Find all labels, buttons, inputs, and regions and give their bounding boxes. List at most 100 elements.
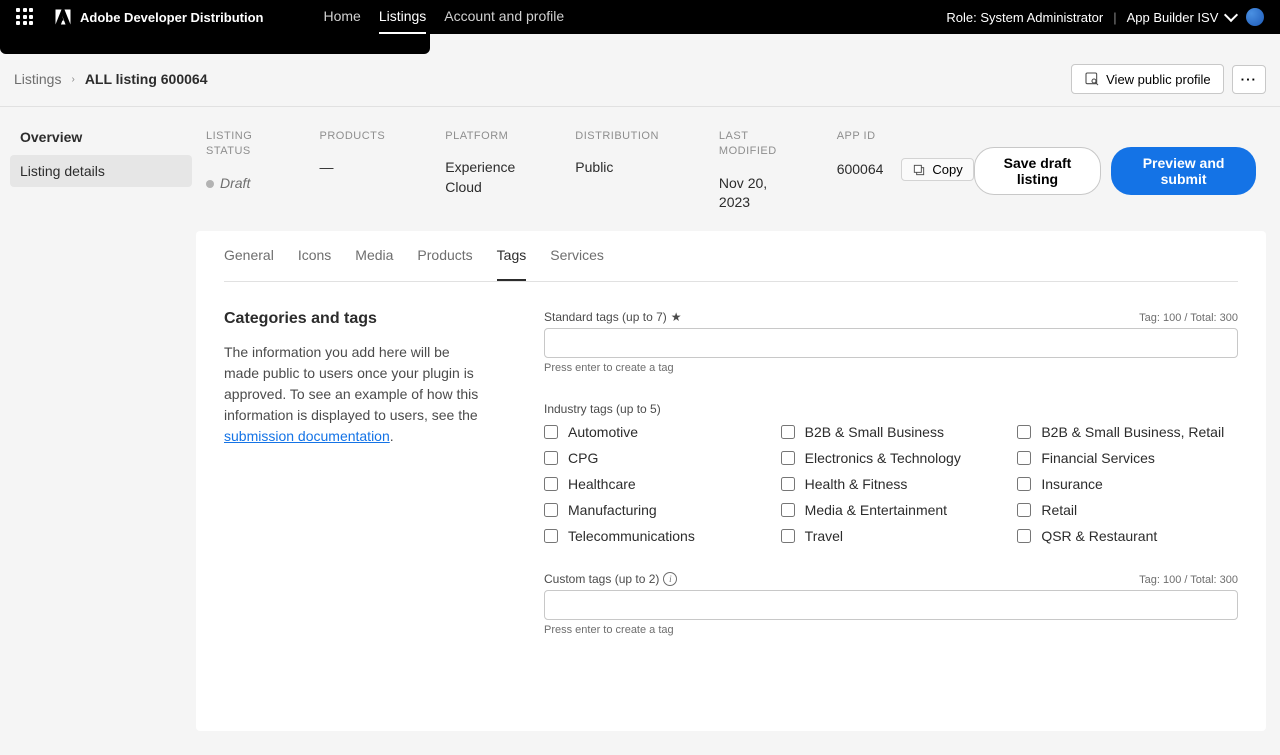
industry-checkbox-label: Retail	[1041, 502, 1077, 518]
tab-services[interactable]: Services	[550, 231, 604, 281]
info-distribution: DISTRIBUTION Public	[575, 129, 659, 213]
industry-checkbox[interactable]: Automotive	[544, 424, 765, 440]
org-switcher[interactable]: App Builder ISV	[1127, 10, 1236, 25]
profile-view-icon	[1084, 71, 1100, 87]
section-description: The information you add here will be mad…	[224, 342, 484, 447]
page-header: Listings › ALL listing 600064 View publi…	[0, 54, 1280, 107]
tab-general[interactable]: General	[224, 231, 274, 281]
industry-checkbox-input[interactable]	[544, 451, 558, 465]
listing-card: General Icons Media Products Tags Servic…	[196, 231, 1266, 731]
custom-tags-help: Press enter to create a tag	[544, 624, 1238, 636]
brand-text: Adobe Developer Distribution	[80, 10, 263, 25]
industry-checkbox-input[interactable]	[544, 425, 558, 439]
industry-checkbox[interactable]: Insurance	[1017, 476, 1238, 492]
nav-home[interactable]: Home	[323, 0, 360, 34]
copy-icon	[912, 163, 926, 177]
info-icon[interactable]: i	[663, 572, 677, 586]
industry-checkbox-input[interactable]	[1017, 425, 1031, 439]
industry-tags-field: Industry tags (up to 5) AutomotiveB2B & …	[544, 402, 1238, 544]
info-app-id: APP ID 600064 Copy	[837, 129, 974, 213]
tab-icons[interactable]: Icons	[298, 231, 331, 281]
info-last-modified: LAST MODIFIED Nov 20, 2023	[719, 129, 777, 213]
sidebar-listing-details[interactable]: Listing details	[10, 155, 192, 187]
industry-checkbox-input[interactable]	[781, 451, 795, 465]
industry-checkbox-input[interactable]	[544, 477, 558, 491]
sidebar-overview[interactable]: Overview	[10, 121, 192, 153]
industry-checkbox-label: Media & Entertainment	[805, 502, 947, 518]
industry-checkbox[interactable]: Financial Services	[1017, 450, 1238, 466]
adobe-logo-icon	[54, 8, 72, 26]
industry-checkbox-input[interactable]	[544, 529, 558, 543]
industry-checkbox-input[interactable]	[781, 529, 795, 543]
industry-checkbox-input[interactable]	[544, 503, 558, 517]
industry-checkbox-label: Financial Services	[1041, 450, 1155, 466]
status-dot-icon	[206, 180, 214, 188]
industry-checkbox[interactable]: Manufacturing	[544, 502, 765, 518]
info-strip: LISTING STATUS Draft PRODUCTS — PLATFORM…	[196, 121, 1266, 231]
custom-tags-limit: Tag: 100 / Total: 300	[1139, 574, 1238, 586]
tabs: General Icons Media Products Tags Servic…	[224, 231, 1238, 282]
info-products: PRODUCTS —	[320, 129, 386, 213]
nav-account[interactable]: Account and profile	[444, 0, 564, 34]
industry-checkbox-label: Health & Fitness	[805, 476, 908, 492]
industry-checkbox[interactable]: Telecommunications	[544, 528, 765, 544]
submission-doc-link[interactable]: submission documentation	[224, 428, 390, 444]
brand: Adobe Developer Distribution	[54, 8, 263, 26]
info-platform: PLATFORM Experience Cloud	[445, 129, 515, 213]
industry-checkbox[interactable]: Travel	[781, 528, 1002, 544]
industry-checkbox[interactable]: QSR & Restaurant	[1017, 528, 1238, 544]
section-title: Categories and tags	[224, 310, 484, 328]
custom-tags-field: Custom tags (up to 2) i Tag: 100 / Total…	[544, 572, 1238, 636]
industry-checkbox-input[interactable]	[1017, 451, 1031, 465]
industry-checkbox-label: Telecommunications	[568, 528, 695, 544]
industry-checkbox[interactable]: Retail	[1017, 502, 1238, 518]
required-star-icon: ★	[671, 310, 682, 324]
industry-checkbox-label: Automotive	[568, 424, 638, 440]
nav-listings[interactable]: Listings	[379, 0, 426, 34]
industry-checkbox[interactable]: Health & Fitness	[781, 476, 1002, 492]
top-nav: Adobe Developer Distribution Home Listin…	[0, 0, 1280, 34]
view-public-profile-button[interactable]: View public profile	[1071, 64, 1224, 94]
custom-tags-input[interactable]	[544, 590, 1238, 620]
industry-checkbox[interactable]: Electronics & Technology	[781, 450, 1002, 466]
save-draft-button[interactable]: Save draft listing	[974, 147, 1101, 195]
divider: |	[1113, 10, 1116, 25]
copy-app-id-button[interactable]: Copy	[901, 158, 973, 181]
industry-checkbox[interactable]: CPG	[544, 450, 765, 466]
role-label: Role: System Administrator	[946, 10, 1103, 25]
apps-icon[interactable]	[16, 8, 34, 26]
tab-tags[interactable]: Tags	[497, 231, 527, 281]
industry-checkbox-input[interactable]	[781, 503, 795, 517]
industry-checkbox-input[interactable]	[1017, 477, 1031, 491]
industry-checkbox[interactable]: Healthcare	[544, 476, 765, 492]
tab-products[interactable]: Products	[417, 231, 472, 281]
industry-checkbox-input[interactable]	[1017, 529, 1031, 543]
industry-checkbox[interactable]: B2B & Small Business, Retail	[1017, 424, 1238, 440]
chevron-down-icon	[1224, 7, 1238, 21]
globe-icon[interactable]	[1246, 8, 1264, 26]
breadcrumb-current: ALL listing 600064	[85, 71, 208, 87]
preview-submit-button[interactable]: Preview and submit	[1111, 147, 1256, 195]
chevron-right-icon: ›	[71, 74, 74, 85]
industry-checkbox[interactable]: Media & Entertainment	[781, 502, 1002, 518]
industry-checkbox-label: Healthcare	[568, 476, 636, 492]
industry-checkbox-input[interactable]	[781, 425, 795, 439]
redacted-bar	[0, 34, 430, 54]
info-listing-status: LISTING STATUS Draft	[206, 129, 260, 213]
industry-checkbox-label: Electronics & Technology	[805, 450, 961, 466]
industry-checkbox-input[interactable]	[1017, 503, 1031, 517]
industry-checkbox-label: Insurance	[1041, 476, 1102, 492]
industry-checkbox[interactable]: B2B & Small Business	[781, 424, 1002, 440]
industry-checkbox-label: B2B & Small Business, Retail	[1041, 424, 1224, 440]
breadcrumb-root[interactable]: Listings	[14, 71, 61, 87]
industry-checkbox-input[interactable]	[781, 477, 795, 491]
standard-tags-help: Press enter to create a tag	[544, 362, 1238, 374]
tab-media[interactable]: Media	[355, 231, 393, 281]
industry-checkbox-label: QSR & Restaurant	[1041, 528, 1157, 544]
standard-tags-input[interactable]	[544, 328, 1238, 358]
industry-checkbox-label: Travel	[805, 528, 843, 544]
industry-checkbox-label: B2B & Small Business	[805, 424, 944, 440]
more-actions-button[interactable]: ···	[1232, 65, 1266, 94]
standard-tags-field: Standard tags (up to 7) ★ Tag: 100 / Tot…	[544, 310, 1238, 374]
breadcrumb: Listings › ALL listing 600064	[14, 71, 208, 87]
